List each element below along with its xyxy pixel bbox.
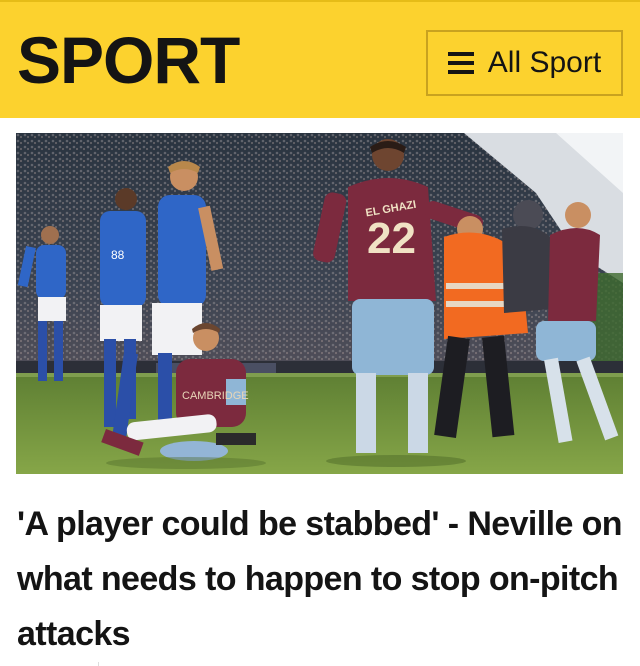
article-headline[interactable]: 'A player could be stabbed' - Neville on… xyxy=(17,497,625,662)
sport-header: SPORT All Sport xyxy=(0,0,640,118)
svg-text:88: 88 xyxy=(111,248,125,262)
hamburger-menu-icon xyxy=(447,52,474,74)
all-sport-label: All Sport xyxy=(487,46,602,79)
divider xyxy=(98,662,99,666)
all-sport-button[interactable]: All Sport xyxy=(426,30,623,96)
article-hero-image[interactable]: 88 CAMBRIDGE 22 EL GHAZI xyxy=(16,133,623,474)
svg-text:22: 22 xyxy=(367,214,416,263)
svg-text:CAMBRIDGE: CAMBRIDGE xyxy=(182,390,249,402)
hero-photo: 88 CAMBRIDGE 22 EL GHAZI xyxy=(16,133,623,474)
section-title: SPORT xyxy=(17,23,240,97)
